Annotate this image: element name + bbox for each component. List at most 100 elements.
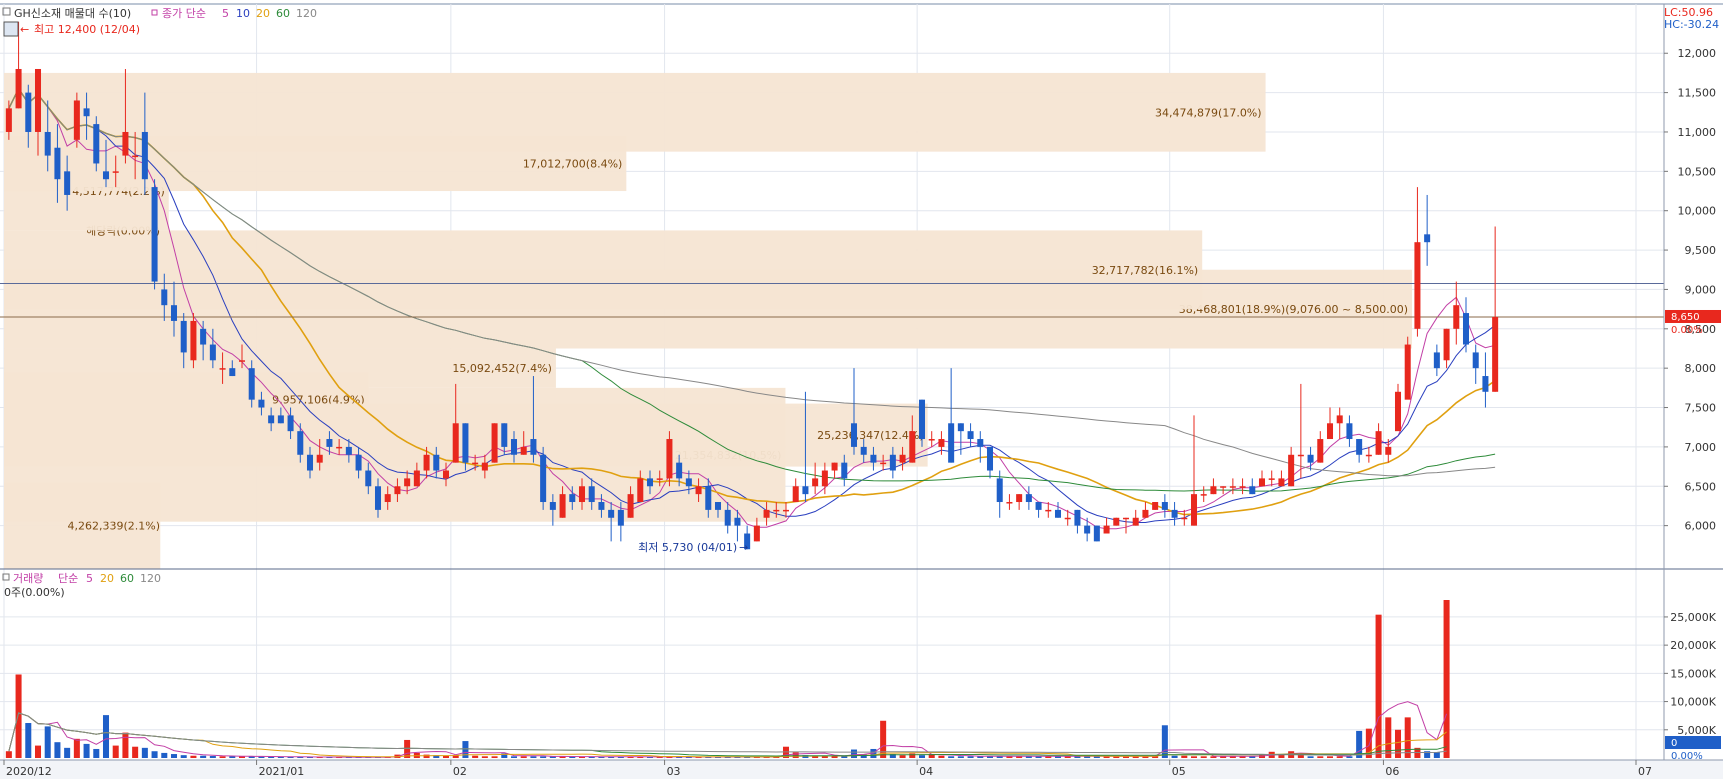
candle-body xyxy=(219,368,226,370)
candle-body xyxy=(1288,454,1295,487)
volume-bar xyxy=(938,755,945,758)
candle-body xyxy=(404,478,411,487)
candle-body xyxy=(452,423,459,463)
volume-profile-label: 38,468,801(18.9%)(9,076.00 ~ 8,500.00) xyxy=(1179,303,1408,316)
x-tick-label: 04 xyxy=(919,765,933,778)
vol-ma20-label: 20 xyxy=(100,572,114,585)
candle-body xyxy=(394,486,401,495)
volume-bar xyxy=(44,726,51,758)
candle-body xyxy=(889,454,896,471)
price-tick-label: 7,000 xyxy=(1685,441,1717,454)
candle-body xyxy=(1365,454,1372,457)
volume-value-label: 0주(0.00%) xyxy=(4,586,65,599)
volume-bar xyxy=(170,754,178,758)
volume-bar xyxy=(510,756,518,758)
candle-body xyxy=(374,486,382,510)
candle-body xyxy=(151,187,158,282)
candle-body xyxy=(491,423,498,463)
candle-body xyxy=(433,454,440,471)
price-tick-label: 9,000 xyxy=(1685,283,1717,296)
candle-body xyxy=(1492,316,1499,392)
stock-chart[interactable]: 4,262,339(2.1%)21,354,832(10.5%)9,957,10… xyxy=(0,0,1723,779)
candle-body xyxy=(336,446,343,449)
candle-body xyxy=(345,446,352,455)
candle-body xyxy=(1297,454,1304,457)
candle-body xyxy=(578,486,586,503)
candle-body xyxy=(1356,439,1363,455)
candle-body xyxy=(1064,517,1071,520)
candle-body xyxy=(1016,494,1023,503)
low-price-label: 최저 5,730 (04/01) xyxy=(638,541,737,554)
candle-body xyxy=(44,131,51,156)
volume-profile-band xyxy=(4,72,1266,152)
candle-body xyxy=(870,454,877,463)
calendar-icon[interactable] xyxy=(3,21,19,37)
candle-body xyxy=(141,131,148,180)
candle-body xyxy=(1239,486,1246,488)
candle-body xyxy=(880,462,887,465)
current-volume-value: 0 xyxy=(1671,738,1677,749)
volume-bar xyxy=(34,745,42,758)
price-tick-label: 7,500 xyxy=(1685,402,1717,415)
chart-canvas[interactable]: 4,262,339(2.1%)21,354,832(10.5%)9,957,10… xyxy=(0,0,1723,779)
candle-body xyxy=(1326,423,1334,440)
candle-body xyxy=(423,454,430,471)
price-tick-label: 6,000 xyxy=(1685,520,1717,533)
candle-body xyxy=(1181,517,1188,520)
volume-tick-label: 5,000K xyxy=(1677,724,1716,737)
candle-body xyxy=(821,470,828,487)
x-tick-label: 06 xyxy=(1385,765,1399,778)
candle-body xyxy=(1414,242,1421,329)
volume-bar xyxy=(200,755,207,758)
candle-body xyxy=(1375,431,1382,455)
candle-body xyxy=(297,431,304,455)
candle-body xyxy=(977,439,984,447)
candle-body xyxy=(1152,502,1159,510)
candle-body xyxy=(161,289,168,306)
volume-profile-band xyxy=(4,230,1203,310)
candle-body xyxy=(102,171,110,180)
high-marker-arrow: ← xyxy=(20,23,29,36)
candle-body xyxy=(326,439,333,447)
candle-body xyxy=(384,494,391,503)
volume-bar xyxy=(1307,756,1314,758)
candle-body xyxy=(812,478,819,487)
candle-body xyxy=(850,423,858,447)
candle-body xyxy=(569,494,576,503)
candle-body xyxy=(918,399,926,440)
candle-body xyxy=(928,439,935,441)
volume-bar xyxy=(102,715,110,758)
volume-bar xyxy=(491,756,498,758)
volume-profile-label: 25,236,347(12.4%) xyxy=(817,429,924,442)
candle-body xyxy=(637,478,644,503)
volume-bar xyxy=(481,756,488,758)
candle-body xyxy=(1142,509,1149,518)
volume-bar xyxy=(112,745,119,758)
candle-body xyxy=(1025,494,1032,503)
volume-bar xyxy=(1181,755,1188,758)
candle-body xyxy=(54,147,61,180)
volume-tick-label: 20,000K xyxy=(1670,639,1716,652)
candle-body xyxy=(676,462,683,479)
volume-bar xyxy=(918,755,926,758)
candle-body xyxy=(666,439,673,479)
candle-body xyxy=(355,454,362,471)
candle-body xyxy=(83,108,90,117)
candle-body xyxy=(1074,509,1081,526)
volume-bar xyxy=(831,756,838,758)
volume-bar xyxy=(25,723,32,758)
candle-body xyxy=(520,446,527,455)
price-panel-title: GH신소재 매물대 수(10) xyxy=(14,7,131,20)
candle-body xyxy=(714,502,722,510)
candle-body xyxy=(1424,234,1431,243)
candle-body xyxy=(860,446,867,455)
candle-body xyxy=(1258,478,1266,487)
volume-bar xyxy=(948,756,955,758)
candle-body xyxy=(1268,478,1275,480)
candle-body xyxy=(1171,509,1178,518)
candle-body xyxy=(510,439,518,455)
candle-body xyxy=(238,360,246,362)
candle-body xyxy=(1482,376,1489,392)
volume-bar xyxy=(880,720,887,758)
candle-body xyxy=(1462,313,1470,345)
